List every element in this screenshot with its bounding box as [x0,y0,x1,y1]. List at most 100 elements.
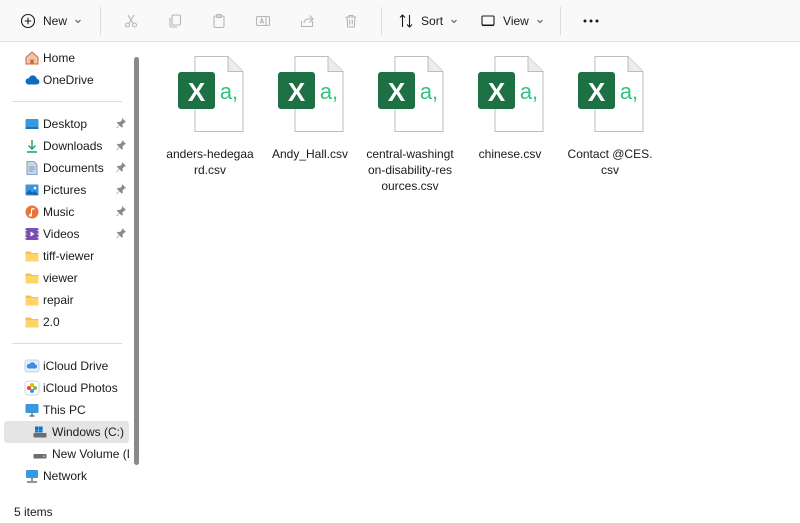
desktop-icon [24,116,40,132]
svg-text:a,: a, [620,79,638,104]
sidebar-item-onedrive[interactable]: OneDrive [4,69,129,91]
svg-text:X: X [188,77,206,107]
icloud-drive-icon [24,358,40,374]
sidebar-item-windows-c[interactable]: Windows (C:) [4,421,129,443]
sidebar-divider [12,101,122,102]
more-options-button[interactable] [569,6,613,36]
file-item[interactable]: X a, Contact @CES.csv [566,55,654,178]
pin-icon[interactable] [115,227,127,242]
svg-text:X: X [288,77,306,107]
sidebar-item-home[interactable]: Home [4,47,129,69]
scissors-icon [124,14,138,28]
sort-icon [399,13,413,28]
new-button[interactable]: New [12,6,90,36]
file-item[interactable]: X a, Andy_Hall.csv [266,55,354,162]
sidebar-item-videos[interactable]: Videos [4,223,129,245]
view-icon [481,14,495,26]
sidebar-item-label: Network [43,469,88,483]
svg-text:X: X [488,77,506,107]
sidebar-item-icloud-drive[interactable]: iCloud Drive [4,355,129,377]
sidebar-item-label: 2.0 [43,315,60,329]
toolbar-separator [381,6,383,35]
music-icon [24,204,40,220]
file-item[interactable]: X a, anders-hedegaard.csv [166,55,254,178]
delete-button[interactable] [329,6,373,36]
sort-label: Sort [421,13,444,28]
copy-button[interactable] [153,6,197,36]
view-label: View [503,13,529,28]
sidebar-item-label: This PC [43,403,86,417]
paste-button[interactable] [197,6,241,36]
folder-icon [24,314,40,330]
folder-icon [24,248,40,264]
file-name: Andy_Hall.csv [271,147,349,161]
file-list: X a, anders-hedegaard.csv X a, Andy_Hall… [145,43,800,499]
file-name: anders-hedegaard.csv [166,147,254,177]
document-icon [24,160,40,176]
icloud-photos-icon [24,380,40,396]
new-label: New [43,13,68,28]
home-icon [24,50,40,66]
svg-text:a,: a, [520,79,538,104]
cloud-icon [24,72,40,88]
file-item[interactable]: X a, central-washington-disability-resou… [366,55,454,194]
status-bar: 5 items [0,501,800,523]
sidebar-item-network[interactable]: Network [4,465,129,487]
sidebar-divider [12,343,122,344]
video-icon [24,226,40,242]
pin-icon[interactable] [115,205,127,220]
pin-icon[interactable] [115,161,127,176]
cut-button[interactable] [109,6,153,36]
drive-icon [32,424,48,440]
trash-icon [345,14,357,28]
sidebar-item-2-0[interactable]: 2.0 [4,311,129,333]
sidebar-item-label: viewer [43,271,78,285]
file-item[interactable]: X a, chinese.csv [466,55,554,162]
sidebar-item-label: Documents [43,161,104,175]
sidebar-scrollbar-thumb[interactable] [134,57,139,465]
network-icon [24,468,40,484]
sidebar-item-music[interactable]: Music [4,201,129,223]
copy-icon [169,13,182,28]
sidebar-item-viewer[interactable]: viewer [4,267,129,289]
sidebar-item-desktop[interactable]: Desktop [4,113,129,135]
pictures-icon [24,182,40,198]
sidebar-item-icloud-photos[interactable]: iCloud Photos [4,377,129,399]
chevron-down-icon [75,19,81,23]
svg-text:a,: a, [320,79,338,104]
view-button[interactable]: View [472,6,552,36]
sidebar-item-new-volume-d[interactable]: New Volume (D: [4,443,129,465]
share-icon [300,14,314,27]
sidebar-item-tiff-viewer[interactable]: tiff-viewer [4,245,129,267]
share-button[interactable] [285,6,329,36]
excel-csv-file-icon: X a, [578,56,644,132]
command-bar: New Sort View [0,0,800,42]
svg-text:X: X [388,77,406,107]
chevron-down-icon [536,19,543,23]
sidebar-item-repair[interactable]: repair [4,289,129,311]
excel-csv-file-icon: X a, [378,56,444,132]
sidebar-item-pictures[interactable]: Pictures [4,179,129,201]
sidebar-item-downloads[interactable]: Downloads [4,135,129,157]
svg-text:a,: a, [420,79,438,104]
sidebar-item-label: Music [43,205,75,219]
rename-button[interactable] [241,6,285,36]
pin-icon[interactable] [115,183,127,198]
sort-button[interactable]: Sort [390,6,466,36]
svg-text:X: X [588,77,606,107]
sidebar-item-label: Pictures [43,183,87,197]
file-name: chinese.csv [478,147,542,161]
excel-csv-file-icon: X a, [278,56,344,132]
chevron-down-icon [451,19,457,23]
sidebar-item-label: New Volume (D: [52,447,129,461]
sidebar-item-label: Downloads [43,139,103,153]
pin-icon[interactable] [115,117,127,132]
rename-icon [255,15,271,26]
sidebar-item-this-pc[interactable]: This PC [4,399,129,421]
folder-icon [24,292,40,308]
svg-text:a,: a, [220,79,238,104]
sidebar-item-documents[interactable]: Documents [4,157,129,179]
pin-icon[interactable] [115,139,127,154]
sidebar-item-label: Home [43,51,76,65]
folder-icon [24,270,40,286]
